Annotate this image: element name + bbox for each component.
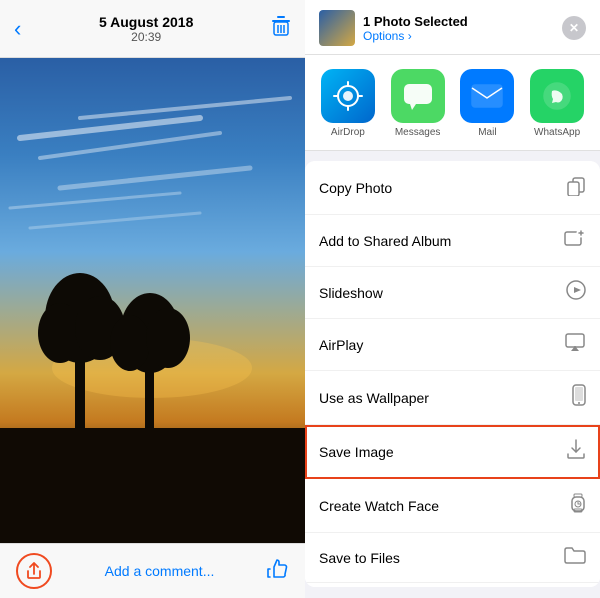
airdrop-icon <box>321 69 375 123</box>
sheet-title-block: 1 Photo Selected Options › <box>363 14 468 43</box>
photo-display <box>0 58 305 543</box>
share-sheet: 1 Photo Selected Options › ✕ AirDrop <box>305 0 600 598</box>
header-date-block: 5 August 2018 20:39 <box>21 14 271 44</box>
messages-share-button[interactable]: Messages <box>383 69 453 138</box>
like-button[interactable] <box>267 558 289 584</box>
options-link[interactable]: Options › <box>363 29 468 43</box>
airplay-icon <box>564 332 586 357</box>
airplay-item[interactable]: AirPlay <box>305 319 600 371</box>
add-to-shared-album-label: Add to Shared Album <box>319 233 451 249</box>
mail-label: Mail <box>478 127 496 138</box>
share-button[interactable] <box>16 553 52 589</box>
create-watch-face-icon <box>570 492 586 519</box>
save-image-item[interactable]: Save Image <box>305 425 600 479</box>
share-app-icons: AirDrop Messages Mail <box>305 55 600 151</box>
photo-time: 20:39 <box>21 30 271 44</box>
photo-thumbnail <box>319 10 355 46</box>
share-menu-list: Copy Photo Add to Shared Album <box>305 151 600 598</box>
save-to-files-item[interactable]: Save to Files <box>305 533 600 583</box>
close-sheet-button[interactable]: ✕ <box>562 16 586 40</box>
use-as-wallpaper-icon <box>572 384 586 411</box>
airplay-label: AirPlay <box>319 337 363 353</box>
save-image-icon <box>566 438 586 465</box>
save-image-label: Save Image <box>319 444 394 460</box>
save-to-files-label: Save to Files <box>319 550 400 566</box>
slideshow-icon <box>566 280 586 305</box>
delete-button[interactable] <box>271 15 291 42</box>
photo-header: ‹ 5 August 2018 20:39 <box>0 0 305 58</box>
add-comment-field[interactable]: Add a comment... <box>105 563 215 579</box>
messages-label: Messages <box>395 127 441 138</box>
slideshow-label: Slideshow <box>319 285 383 301</box>
assign-to-contact-item[interactable]: Assign to Contact <box>305 583 600 587</box>
messages-icon <box>391 69 445 123</box>
whatsapp-share-button[interactable]: WhatsApp <box>522 69 592 138</box>
photo-viewer-panel: ‹ 5 August 2018 20:39 <box>0 0 305 598</box>
add-to-shared-album-item[interactable]: Add to Shared Album <box>305 215 600 267</box>
sheet-header: 1 Photo Selected Options › ✕ <box>305 0 600 55</box>
mail-icon <box>460 69 514 123</box>
save-to-files-icon <box>564 546 586 569</box>
use-as-wallpaper-item[interactable]: Use as Wallpaper <box>305 371 600 425</box>
slideshow-item[interactable]: Slideshow <box>305 267 600 319</box>
use-as-wallpaper-label: Use as Wallpaper <box>319 390 429 406</box>
whatsapp-icon <box>530 69 584 123</box>
airdrop-label: AirDrop <box>331 127 365 138</box>
copy-photo-label: Copy Photo <box>319 180 392 196</box>
photo-date: 5 August 2018 <box>21 14 271 30</box>
photo-footer: Add a comment... <box>0 543 305 598</box>
mail-share-button[interactable]: Mail <box>453 69 523 138</box>
copy-photo-icon <box>566 174 586 201</box>
create-watch-face-item[interactable]: Create Watch Face <box>305 479 600 533</box>
sheet-header-left: 1 Photo Selected Options › <box>319 10 468 46</box>
add-to-shared-album-icon <box>564 228 586 253</box>
back-button[interactable]: ‹ <box>14 16 21 42</box>
whatsapp-label: WhatsApp <box>534 127 580 138</box>
copy-photo-item[interactable]: Copy Photo <box>305 161 600 215</box>
sheet-title: 1 Photo Selected <box>363 14 468 29</box>
create-watch-face-label: Create Watch Face <box>319 498 439 514</box>
menu-group-1: Copy Photo Add to Shared Album <box>305 161 600 587</box>
airdrop-share-button[interactable]: AirDrop <box>313 69 383 138</box>
